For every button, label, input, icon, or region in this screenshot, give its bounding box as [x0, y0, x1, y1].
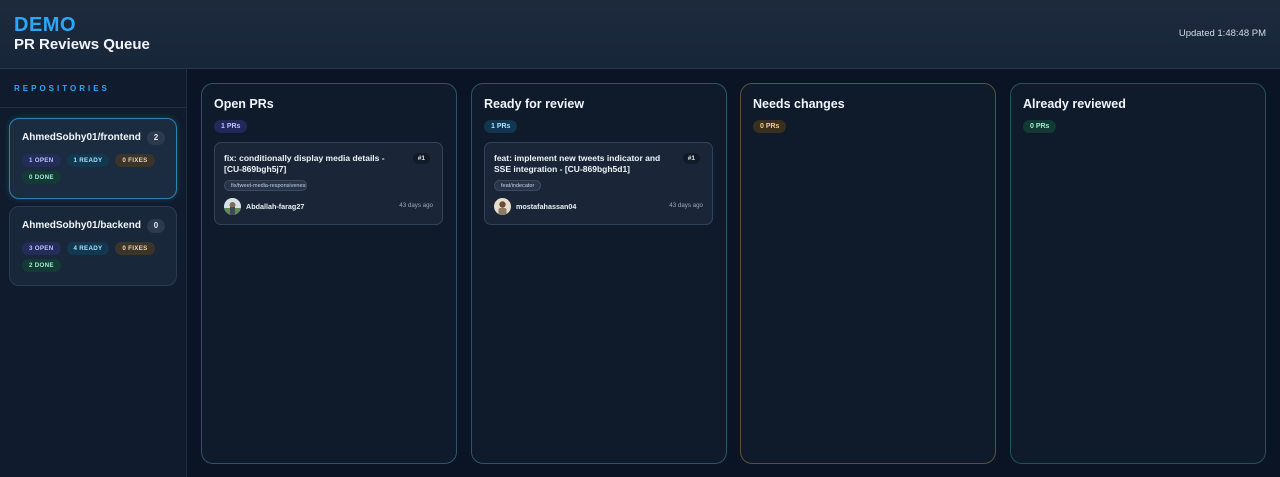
- pr-age: 43 days ago: [669, 202, 703, 209]
- author-name: Abdallah-farag27: [246, 202, 305, 211]
- ready-count-chip: 4 READY: [66, 242, 110, 255]
- repo-status-chips: 1 OPEN 1 READY 0 FIXES 0 DONE: [22, 154, 172, 184]
- brand-label: DEMO: [14, 14, 76, 36]
- column-title: Ready for review: [484, 97, 585, 111]
- pr-card[interactable]: fix: conditionally display media details…: [214, 142, 443, 225]
- pr-card[interactable]: feat: implement new tweets indicator and…: [484, 142, 713, 225]
- column-count-badge: 1 PRs: [214, 120, 248, 133]
- column-title: Open PRs: [214, 97, 274, 111]
- ready-count-chip: 1 READY: [66, 154, 110, 167]
- repo-status-chips: 3 OPEN 4 READY 0 FIXES 2 DONE: [22, 242, 172, 272]
- pr-number-badge: #1: [412, 153, 430, 164]
- column-count-badge: 0 PRs: [753, 120, 787, 133]
- column-ready-for-review: Ready for review 1 PRs feat: implement n…: [471, 83, 727, 464]
- done-count-chip: 2 DONE: [22, 259, 61, 272]
- app-header: DEMO PR Reviews Queue Updated 1:48:48 PM: [0, 0, 1280, 69]
- branch-tag: feat/indecator: [494, 180, 542, 191]
- done-count-chip: 0 DONE: [22, 171, 61, 184]
- sidebar-title: REPOSITORIES: [14, 84, 110, 93]
- author-avatar: [494, 198, 511, 215]
- repo-name: AhmedSobhy01/frontend: [22, 132, 141, 143]
- last-updated-text: Updated 1:48:48 PM: [1178, 28, 1266, 39]
- repo-count-badge: 0: [147, 219, 165, 233]
- open-count-chip: 3 OPEN: [22, 242, 61, 255]
- pr-number-badge: #1: [682, 153, 700, 164]
- pr-title: fix: conditionally display media details…: [224, 153, 385, 174]
- repo-item-frontend[interactable]: AhmedSobhy01/frontend 2 1 OPEN 1 READY 0…: [9, 118, 177, 199]
- pr-title: feat: implement new tweets indicator and…: [494, 153, 661, 174]
- branch-tag: fix/tweet-media-responsiveness: [224, 180, 307, 191]
- fixes-count-chip: 0 FIXES: [115, 154, 155, 167]
- page-title: PR Reviews Queue: [14, 36, 150, 53]
- author-name: mostafahassan04: [516, 202, 577, 211]
- author-avatar: [224, 198, 241, 215]
- column-title: Already reviewed: [1023, 97, 1126, 111]
- sidebar: REPOSITORIES AhmedSobhy01/frontend 2 1 O…: [0, 69, 187, 477]
- column-title: Needs changes: [753, 97, 845, 111]
- fixes-count-chip: 0 FIXES: [115, 242, 155, 255]
- open-count-chip: 1 OPEN: [22, 154, 61, 167]
- repo-count-badge: 2: [147, 131, 165, 145]
- column-open-prs: Open PRs 1 PRs fix: conditionally displa…: [201, 83, 457, 464]
- repo-item-backend[interactable]: AhmedSobhy01/backend 0 3 OPEN 4 READY 0 …: [9, 206, 177, 286]
- pr-age: 43 days ago: [399, 202, 433, 209]
- column-needs-changes: Needs changes 0 PRs: [740, 83, 996, 464]
- sidebar-divider: [0, 107, 186, 108]
- repo-name: AhmedSobhy01/backend: [22, 220, 141, 231]
- column-already-reviewed: Already reviewed 0 PRs: [1010, 83, 1266, 464]
- column-count-badge: 1 PRs: [484, 120, 518, 133]
- column-count-badge: 0 PRs: [1023, 120, 1057, 133]
